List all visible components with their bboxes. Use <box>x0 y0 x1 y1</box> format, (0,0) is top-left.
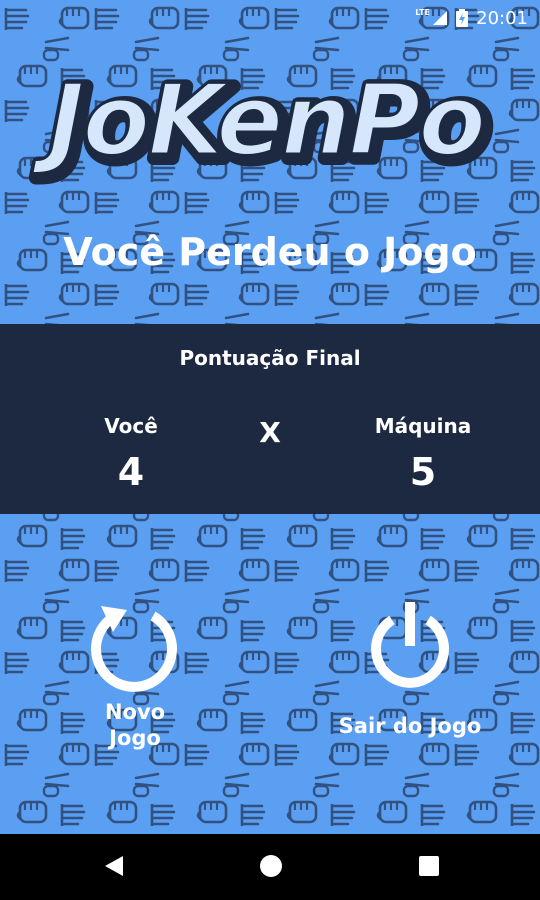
power-icon <box>371 602 449 688</box>
new-game-label-1: Novo <box>104 700 166 724</box>
player-score: 4 <box>117 450 145 494</box>
score-title: Pontuação Final <box>179 346 361 370</box>
recents-icon[interactable] <box>418 855 440 882</box>
battery-icon <box>456 9 468 32</box>
signal-icon <box>432 10 448 31</box>
result-message: Você Perdeu o Jogo <box>63 230 477 274</box>
restart-icon <box>91 606 177 692</box>
status-time: 20:01 <box>476 7 528 29</box>
machine-label: Máquina <box>374 414 472 438</box>
exit-game-label: Sair do Jogo <box>338 714 482 738</box>
navigation-bar <box>0 834 540 900</box>
back-icon[interactable] <box>103 854 125 883</box>
exit-game-button[interactable]: Sair do Jogo <box>320 598 500 739</box>
status-bar: LTE 20:01 <box>0 0 540 36</box>
score-panel: Pontuação Final Você 4 X Máquina 5 <box>0 324 540 514</box>
home-icon[interactable] <box>259 854 283 883</box>
new-game-label-2: Jogo <box>109 726 161 750</box>
new-game-button[interactable]: Novo Jogo <box>70 598 200 751</box>
network-type: LTE <box>415 8 430 17</box>
svg-text:JoKenPo: JoKenPo <box>31 64 484 178</box>
machine-score: 5 <box>409 450 437 494</box>
app-logo: JoKenPo JoKenPo <box>28 61 497 189</box>
